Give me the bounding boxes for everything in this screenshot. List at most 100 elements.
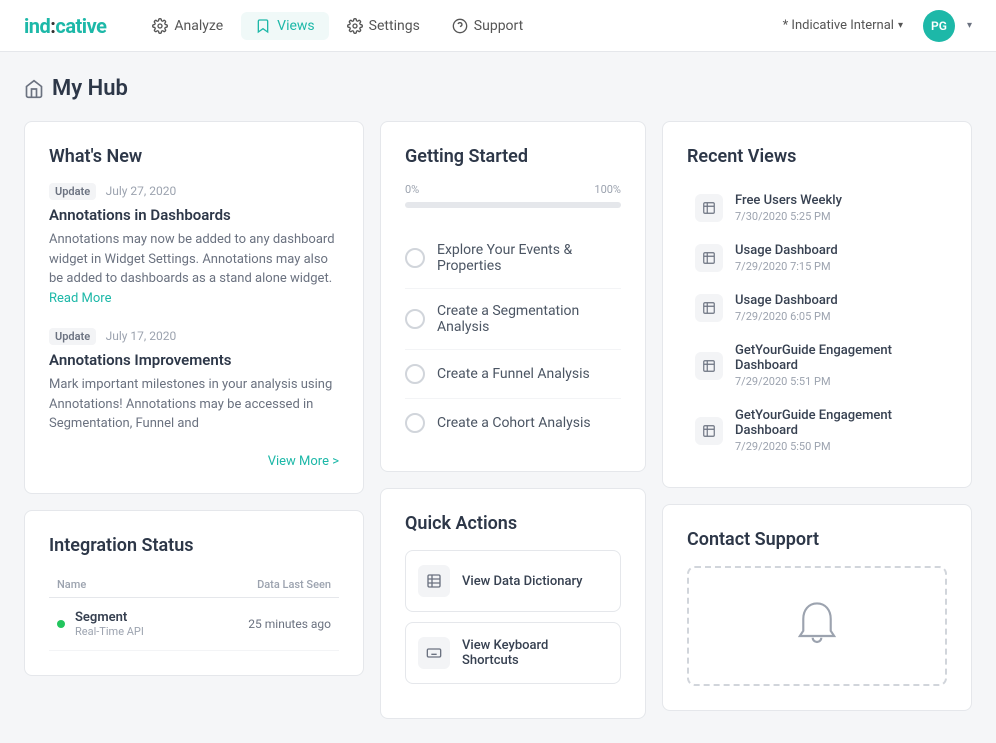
update-item-1: Update July 17, 2020 Annotations Improve… [49, 328, 339, 434]
rv-list: Free Users Weekly 7/30/2020 5:25 PM Usag… [687, 183, 947, 463]
nav-right: * Indicative Internal ▾ PG ▾ [775, 10, 972, 42]
getting-started-title: Getting Started [405, 146, 621, 167]
chart-icon [702, 359, 716, 373]
update-date-0: July 27, 2020 [106, 184, 177, 198]
workspace-name: * Indicative Internal [783, 18, 894, 33]
getting-started-card: Getting Started 0% 100% Explore Your Eve… [380, 121, 646, 472]
is-sub: Real-Time API [75, 625, 191, 638]
qa-label-1: View Keyboard Shortcuts [462, 638, 608, 668]
rv-info-0: Free Users Weekly 7/30/2020 5:25 PM [735, 193, 842, 223]
nav-analyze-label: Analyze [174, 18, 223, 34]
quick-actions-card: Quick Actions View Data Dictionary View … [380, 488, 646, 719]
nav-views-label: Views [277, 18, 315, 34]
table-icon [426, 573, 442, 589]
page-container: My Hub What's New Update July 27, 2020 A… [0, 52, 996, 743]
support-icon [452, 18, 468, 34]
whats-new-card: What's New Update July 27, 2020 Annotati… [24, 121, 364, 494]
update-date-1: July 17, 2020 [106, 329, 177, 343]
qa-item-1[interactable]: View Keyboard Shortcuts [405, 622, 621, 684]
is-name-group: Segment Real-Time API [75, 610, 191, 638]
integration-status-header: Name Data Last Seen [49, 572, 339, 598]
page-title: My Hub [24, 76, 972, 101]
rv-info-4: GetYourGuide Engagement Dashboard 7/29/2… [735, 408, 939, 453]
rv-icon-2 [695, 294, 723, 322]
rv-info-1: Usage Dashboard 7/29/2020 7:15 PM [735, 243, 838, 273]
nav-settings[interactable]: Settings [333, 12, 434, 40]
rv-icon-0 [695, 194, 723, 222]
gs-check-2 [405, 364, 425, 384]
progress-start: 0% [405, 183, 419, 196]
column-3: Recent Views Free Users Weekly 7/30/2020… [662, 121, 972, 719]
rv-item-0[interactable]: Free Users Weekly 7/30/2020 5:25 PM [687, 183, 947, 233]
rv-item-3[interactable]: GetYourGuide Engagement Dashboard 7/29/2… [687, 333, 947, 398]
rv-item-4[interactable]: GetYourGuide Engagement Dashboard 7/29/2… [687, 398, 947, 463]
hub-grid: What's New Update July 27, 2020 Annotati… [24, 121, 972, 719]
contact-support-card: Contact Support [662, 504, 972, 711]
user-chevron-icon: ▾ [967, 20, 972, 31]
rv-info-2: Usage Dashboard 7/29/2020 6:05 PM [735, 293, 838, 323]
progress-bar-container: 0% 100% [405, 183, 621, 208]
nav-support-label: Support [474, 18, 523, 34]
support-bell-icon [793, 600, 841, 652]
chart-icon [702, 201, 716, 215]
update-item-0: Update July 27, 2020 Annotations in Dash… [49, 183, 339, 308]
gs-item-2[interactable]: Create a Funnel Analysis [405, 350, 621, 399]
read-more-link[interactable]: Read More [49, 291, 111, 306]
gs-check-3 [405, 413, 425, 433]
nav-items: Analyze Views Settings Support [138, 12, 774, 40]
quick-actions-title: Quick Actions [405, 513, 621, 534]
qa-label-0: View Data Dictionary [462, 574, 583, 589]
update-title-1: Annotations Improvements [49, 351, 339, 369]
update-title-0: Annotations in Dashboards [49, 206, 339, 224]
keyboard-icon [426, 645, 442, 661]
rv-icon-4 [695, 417, 723, 445]
qa-icon-0 [418, 565, 450, 597]
chevron-down-icon: ▾ [898, 20, 903, 31]
gs-item-3[interactable]: Create a Cohort Analysis [405, 399, 621, 447]
integration-row-0: Segment Real-Time API 25 minutes ago [49, 598, 339, 651]
rv-info-3: GetYourGuide Engagement Dashboard 7/29/2… [735, 343, 939, 388]
nav-settings-label: Settings [369, 18, 420, 34]
user-avatar[interactable]: PG [923, 10, 955, 42]
update-body-1: Mark important milestones in your analys… [49, 375, 339, 434]
logo[interactable]: ind:cative [24, 14, 106, 38]
whats-new-title: What's New [49, 146, 339, 167]
chart-icon [702, 301, 716, 315]
settings-icon [347, 18, 363, 34]
update-badge-0: Update [49, 183, 96, 200]
qa-icon-1 [418, 637, 450, 669]
gear-icon [152, 18, 168, 34]
qa-item-0[interactable]: View Data Dictionary [405, 550, 621, 612]
is-status-dot [57, 620, 65, 628]
nav-views[interactable]: Views [241, 12, 329, 40]
integration-status-card: Integration Status Name Data Last Seen S… [24, 510, 364, 676]
update-body-0: Annotations may now be added to any dash… [49, 230, 339, 308]
contact-support-title: Contact Support [687, 529, 947, 550]
recent-views-card: Recent Views Free Users Weekly 7/30/2020… [662, 121, 972, 488]
navbar: ind:cative Analyze Views Settings Suppor… [0, 0, 996, 52]
is-name: Segment [75, 610, 191, 625]
nav-analyze[interactable]: Analyze [138, 12, 237, 40]
column-2: Getting Started 0% 100% Explore Your Eve… [380, 121, 646, 719]
recent-views-title: Recent Views [687, 146, 947, 167]
chart-icon [702, 424, 716, 438]
nav-support[interactable]: Support [438, 12, 537, 40]
column-1: What's New Update July 27, 2020 Annotati… [24, 121, 364, 719]
gs-item-1[interactable]: Create a Segmentation Analysis [405, 289, 621, 350]
is-col-name: Name [57, 578, 191, 591]
is-time: 25 minutes ago [191, 617, 331, 631]
view-more-link[interactable]: View More > [49, 454, 339, 469]
integration-status-title: Integration Status [49, 535, 339, 556]
gs-item-0[interactable]: Explore Your Events & Properties [405, 228, 621, 289]
rv-icon-1 [695, 244, 723, 272]
gs-check-0 [405, 248, 425, 268]
rv-item-2[interactable]: Usage Dashboard 7/29/2020 6:05 PM [687, 283, 947, 333]
update-badge-1: Update [49, 328, 96, 345]
chart-icon [702, 251, 716, 265]
is-col-data: Data Last Seen [191, 578, 331, 591]
progress-end: 100% [594, 183, 621, 196]
workspace-selector[interactable]: * Indicative Internal ▾ [775, 14, 911, 37]
gs-check-1 [405, 309, 425, 329]
bookmark-icon [255, 18, 271, 34]
rv-item-1[interactable]: Usage Dashboard 7/29/2020 7:15 PM [687, 233, 947, 283]
